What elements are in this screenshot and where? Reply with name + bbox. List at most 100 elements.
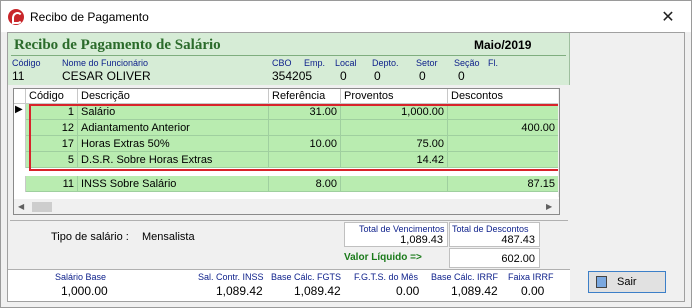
col-header-descricao[interactable]: Descrição — [78, 89, 269, 104]
row-referencia — [269, 120, 341, 136]
sair-button[interactable]: Sair — [588, 271, 666, 293]
row-indicator — [14, 152, 26, 168]
secao-label: Seção — [454, 58, 480, 68]
valor-liquido-value: 602.00 — [501, 253, 535, 265]
tipo-salario-value: Mensalista — [142, 231, 195, 243]
total-vencimentos-value: 1,089.43 — [400, 234, 443, 246]
table-row[interactable]: 11 INSS Sobre Salário 8.00 87.15 — [14, 176, 559, 192]
row-indicator — [14, 176, 26, 192]
row-proventos — [341, 176, 448, 192]
scroll-right-icon[interactable]: ▶ — [546, 202, 552, 211]
scroll-left-icon[interactable]: ◀ — [18, 202, 24, 211]
grid-corner — [14, 89, 26, 104]
setor-value: 0 — [419, 69, 426, 83]
side-area — [571, 33, 684, 301]
row-proventos: 1,000.00 — [341, 104, 448, 120]
col-header-descontos[interactable]: Descontos — [448, 89, 559, 104]
total-descontos-box: Total de Descontos 487.43 — [449, 222, 540, 247]
sal-contr-inss-value: 1,089.42 — [216, 284, 263, 298]
total-descontos-label: Total de Descontos — [452, 224, 529, 234]
row-proventos — [341, 120, 448, 136]
receipt-window: Recibo de Pagamento ✕ Recibo de Pagament… — [0, 0, 692, 308]
row-codigo: 17 — [26, 136, 78, 152]
row-proventos: 14.42 — [341, 152, 448, 168]
local-value: 0 — [340, 69, 347, 83]
row-descricao: INSS Sobre Salário — [78, 176, 269, 192]
table-row[interactable]: 12 Adiantamento Anterior 400.00 — [14, 120, 559, 136]
total-vencimentos-box: Total de Vencimentos 1,089.43 — [344, 222, 448, 247]
employee-name: CESAR OLIVER — [62, 69, 151, 83]
row-descontos: 400.00 — [448, 120, 559, 136]
depto-value: 0 — [374, 69, 381, 83]
row-codigo: 12 — [26, 120, 78, 136]
fgts-mes-label: F.G.T.S. do Mês — [354, 272, 419, 282]
table-row[interactable]: ▶ 1 Salário 31.00 1,000.00 — [14, 104, 559, 120]
row-descricao: Adiantamento Anterior — [78, 120, 269, 136]
nome-label: Nome do Funcionário — [62, 58, 149, 68]
valor-liquido-box: 602.00 — [449, 248, 540, 268]
horizontal-scrollbar[interactable]: ◀ ▶ — [14, 199, 559, 214]
base-calc-fgts-label: Base Cálc. FGTS — [271, 272, 342, 282]
base-calc-irrf-value: 1,089.42 — [451, 284, 498, 298]
sal-contr-inss-label: Sal. Contr. INSS — [198, 272, 264, 282]
row-descricao: Salário — [78, 104, 269, 120]
total-vencimentos-label: Total de Vencimentos — [359, 224, 445, 234]
codigo-label: Código — [12, 58, 41, 68]
secao-value: 0 — [458, 69, 465, 83]
base-calc-irrf-label: Base Cálc. IRRF — [431, 272, 499, 282]
footer-divider — [10, 220, 568, 221]
row-descontos — [448, 136, 559, 152]
cbo-label: CBO — [272, 58, 292, 68]
faixa-irrf-label: Faixa IRRF — [508, 272, 554, 282]
setor-label: Setor — [416, 58, 438, 68]
total-descontos-value: 487.43 — [501, 234, 535, 246]
row-descontos — [448, 104, 559, 120]
col-header-referencia[interactable]: Referência — [269, 89, 341, 104]
receipt-panel: Recibo de Pagamento de Salário Maio/2019… — [7, 32, 685, 302]
row-descontos: 87.15 — [448, 176, 559, 192]
row-referencia: 31.00 — [269, 104, 341, 120]
receipt-title: Recibo de Pagamento de Salário — [14, 37, 221, 53]
close-button[interactable]: ✕ — [645, 1, 691, 32]
horizontal-scroll-thumb[interactable] — [32, 202, 52, 212]
row-codigo: 1 — [26, 104, 78, 120]
row-indicator — [14, 120, 26, 136]
title-bar: Recibo de Pagamento ✕ — [1, 1, 691, 32]
row-codigo: 5 — [26, 152, 78, 168]
depto-label: Depto. — [372, 58, 399, 68]
tax-bases-bar: Salário Base 1,000.00 Sal. Contr. INSS 1… — [8, 269, 570, 301]
fl-label: Fl. — [488, 58, 498, 68]
tipo-salario-label: Tipo de salário : — [51, 231, 129, 243]
row-descricao: Horas Extras 50% — [78, 136, 269, 152]
salario-base-value: 1,000.00 — [61, 284, 108, 298]
sair-button-label: Sair — [617, 276, 637, 288]
window-title: Recibo de Pagamento — [30, 10, 149, 24]
row-referencia — [269, 152, 341, 168]
fgts-mes-value: 0.00 — [396, 284, 420, 298]
payroll-items-grid[interactable]: Código Descrição Referência Proventos De… — [13, 88, 560, 215]
app-logo-icon — [8, 9, 24, 25]
row-codigo: 11 — [26, 176, 78, 192]
local-label: Local — [335, 58, 357, 68]
col-header-proventos[interactable]: Proventos — [341, 89, 448, 104]
current-row-indicator: ▶ — [14, 104, 26, 120]
header-divider — [11, 55, 566, 56]
salario-base-label: Salário Base — [55, 272, 107, 282]
row-descontos — [448, 152, 559, 168]
valor-liquido-label: Valor Líquido => — [344, 252, 422, 263]
base-calc-fgts-value: 1,089.42 — [294, 284, 341, 298]
faixa-irrf-value: 0.00 — [521, 284, 545, 298]
row-indicator — [14, 136, 26, 152]
cbo-value: 354205 — [272, 69, 313, 83]
row-descricao: D.S.R. Sobre Horas Extras — [78, 152, 269, 168]
col-header-codigo[interactable]: Código — [26, 89, 78, 104]
table-row[interactable]: 5 D.S.R. Sobre Horas Extras 14.42 — [14, 152, 559, 168]
employee-header: Recibo de Pagamento de Salário Maio/2019… — [8, 33, 570, 85]
table-row[interactable]: 17 Horas Extras 50% 10.00 75.00 — [14, 136, 559, 152]
row-proventos: 75.00 — [341, 136, 448, 152]
emp-label: Emp. — [304, 58, 326, 68]
row-referencia: 10.00 — [269, 136, 341, 152]
codigo-value: 11 — [12, 69, 25, 83]
row-referencia: 8.00 — [269, 176, 341, 192]
vertical-scrollbar[interactable]: ▲ ▼ — [558, 89, 559, 197]
